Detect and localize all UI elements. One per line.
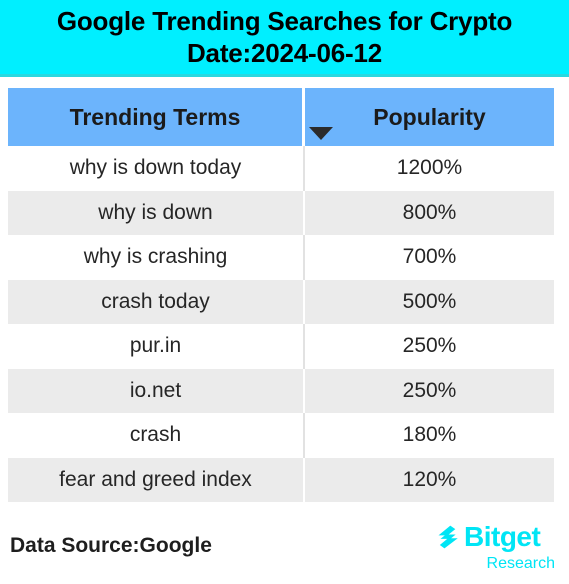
chevron-down-icon[interactable] [309, 127, 333, 140]
page-title: Google Trending Searches for Crypto [56, 6, 513, 36]
trending-terms-table: Trending Terms Popularity why is down to… [8, 88, 554, 502]
cell-popularity: 700% [305, 235, 554, 280]
bitget-s-mark-icon [438, 525, 458, 549]
data-source-label: Data Source:Google [10, 534, 212, 557]
infographic-card: Google Trending Searches for Crypto Date… [0, 0, 569, 584]
cell-popularity: 800% [305, 190, 554, 235]
logo-top-line: Bitget [435, 520, 557, 554]
table-row: fear and greed index 120% [8, 457, 554, 502]
cell-term: io.net [8, 368, 305, 413]
logo-wordmark: Bitget [464, 521, 541, 552]
cell-term: crash [8, 413, 305, 458]
cell-term: fear and greed index [8, 457, 305, 502]
title-banner: Google Trending Searches for Crypto Date… [0, 0, 569, 77]
cell-term: why is crashing [8, 235, 305, 280]
table-row: crash 180% [8, 413, 554, 458]
column-header-label: Popularity [373, 103, 486, 130]
column-header-trending-terms[interactable]: Trending Terms [8, 88, 305, 146]
cell-popularity: 500% [305, 279, 554, 324]
cell-popularity: 250% [305, 324, 554, 369]
page-subtitle-date: Date:2024-06-12 [186, 38, 382, 68]
bitget-research-logo: Bitget Research [435, 520, 557, 576]
table-row: io.net 250% [8, 368, 554, 413]
cell-term: why is down [8, 190, 305, 235]
cell-popularity: 120% [305, 457, 554, 502]
logo-subtitle: Research [486, 555, 555, 572]
cell-popularity: 180% [305, 413, 554, 458]
column-header-popularity[interactable]: Popularity [305, 88, 554, 146]
cell-popularity: 1200% [305, 146, 554, 191]
cell-term: why is down today [8, 146, 305, 191]
table-row: why is down 800% [8, 190, 554, 235]
table-body: why is down today 1200% why is down 800%… [8, 146, 554, 502]
table-row: pur.in 250% [8, 324, 554, 369]
column-header-label: Trending Terms [69, 103, 241, 130]
cell-term: crash today [8, 279, 305, 324]
footer: Data Source:Google Bitget Research [0, 512, 569, 584]
table-row: crash today 500% [8, 279, 554, 324]
table-row: why is down today 1200% [8, 146, 554, 191]
table-row: why is crashing 700% [8, 235, 554, 280]
table-header-row: Trending Terms Popularity [8, 88, 554, 146]
cell-popularity: 250% [305, 368, 554, 413]
cell-term: pur.in [8, 324, 305, 369]
